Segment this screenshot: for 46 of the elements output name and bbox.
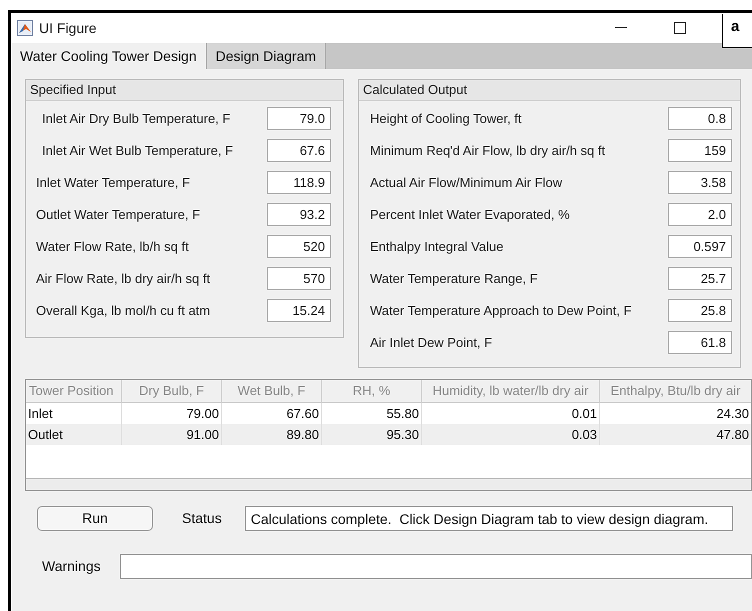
window-title: UI Figure xyxy=(39,18,97,38)
field-label: Air Flow Rate, lb dry air/h sq ft xyxy=(36,270,212,288)
value-field[interactable]: 79.0 xyxy=(267,107,331,130)
tab[interactable]: Design Diagram xyxy=(206,43,326,69)
value-field[interactable]: 2.0 xyxy=(668,203,732,226)
field-label: Inlet Water Temperature, F xyxy=(36,174,191,192)
field-label: Height of Cooling Tower, ft xyxy=(370,110,523,128)
table-cell: 0.03 xyxy=(422,424,600,445)
value-field[interactable]: 93.2 xyxy=(267,203,331,226)
value-field[interactable]: 67.6 xyxy=(267,139,331,162)
value-field[interactable]: 118.9 xyxy=(267,171,331,194)
panel-title: Calculated Output xyxy=(359,80,740,101)
value-field[interactable]: 0.597 xyxy=(668,235,732,258)
value-field[interactable]: 3.58 xyxy=(668,171,732,194)
status-field[interactable]: Calculations complete. Click Design Diagram tab to view design diagram. xyxy=(244,506,733,531)
value-field[interactable]: 159 xyxy=(668,139,732,162)
table-cell: 47.80 xyxy=(600,424,751,445)
panel-label: a xyxy=(722,14,752,48)
value-field[interactable]: 15.24 xyxy=(267,299,331,322)
value-field[interactable]: 570 xyxy=(267,267,331,290)
field-label: Actual Air Flow/Minimum Air Flow xyxy=(370,174,564,192)
table-cell: Outlet xyxy=(26,424,122,445)
run-button[interactable]: Run xyxy=(37,506,153,531)
field-label: Percent Inlet Water Evaporated, % xyxy=(370,206,571,224)
value-field[interactable]: 25.8 xyxy=(668,299,732,322)
field-label: Water Temperature Approach to Dew Point, F xyxy=(370,302,633,320)
field-label: Inlet Air Dry Bulb Temperature, F xyxy=(42,110,232,128)
value-field[interactable]: 61.8 xyxy=(668,331,732,354)
table-cell: 91.00 xyxy=(122,424,222,445)
field-label: Enthalpy Integral Value xyxy=(370,238,504,256)
tab[interactable]: Water Cooling Tower Design xyxy=(11,43,207,69)
warnings-label: Warnings xyxy=(42,557,102,576)
panel-title: Specified Input xyxy=(26,80,343,101)
field-label: Water Temperature Range, F xyxy=(370,270,539,288)
status-label: Status xyxy=(182,509,222,528)
value-field[interactable]: 25.7 xyxy=(668,267,732,290)
value-field[interactable]: 0.8 xyxy=(668,107,732,130)
value-field[interactable]: 520 xyxy=(267,235,331,258)
field-label: Inlet Air Wet Bulb Temperature, F xyxy=(42,142,234,160)
table-cell: 89.80 xyxy=(222,424,322,445)
field-label: Water Flow Rate, lb/h sq ft xyxy=(36,238,190,256)
field-label: Outlet Water Temperature, F xyxy=(36,206,202,224)
field-label: Air Inlet Dew Point, F xyxy=(370,334,494,352)
field-label: Overall Kga, lb mol/h cu ft atm xyxy=(36,302,212,320)
field-label: Minimum Req'd Air Flow, lb dry air/h sq ft xyxy=(370,142,606,160)
table-cell: 95.30 xyxy=(322,424,422,445)
